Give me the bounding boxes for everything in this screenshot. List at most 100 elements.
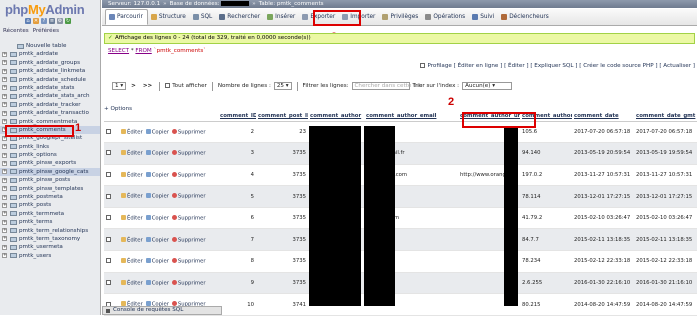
cell-date[interactable]: 2015-02-10 03:26:47: [572, 207, 634, 230]
expand-icon[interactable]: +: [2, 236, 7, 242]
cell-date[interactable]: 2013-12-01 17:27:15: [572, 185, 634, 208]
edit-row-link[interactable]: Éditer: [127, 194, 143, 200]
cell-ip[interactable]: 84.7.7: [520, 228, 572, 252]
column-header[interactable]: comment_date_gmt: [634, 112, 697, 122]
row-checkbox[interactable]: [106, 215, 111, 221]
cell-id[interactable]: 2: [218, 121, 256, 144]
cell-date[interactable]: 2015-02-12 22:33:18: [572, 250, 634, 273]
expand-icon[interactable]: +: [2, 152, 7, 158]
sidebar-table-item[interactable]: + pmtk_users: [0, 252, 100, 260]
cell-date[interactable]: 2014-08-20 14:47:59: [572, 293, 634, 316]
row-checkbox[interactable]: [106, 258, 111, 264]
tab-privileges[interactable]: Privilèges: [379, 9, 422, 25]
column-header[interactable]: comment_date: [572, 112, 634, 122]
expand-icon[interactable]: +: [2, 85, 7, 91]
cell-gmt[interactable]: 2016-01-30 21:16:10: [634, 272, 697, 295]
cell-ip[interactable]: 80.215: [520, 293, 572, 316]
cell-post[interactable]: 3735: [256, 272, 308, 295]
delete-row-link[interactable]: Supprimer: [178, 259, 206, 265]
expand-icon[interactable]: +: [2, 211, 7, 217]
sidebar-table-item[interactable]: + pmtk_posts: [0, 201, 100, 209]
edit-row-link[interactable]: Éditer: [127, 151, 143, 157]
cell-id[interactable]: 9: [218, 272, 256, 295]
cell-gmt[interactable]: 2013-12-01 17:27:15: [634, 185, 697, 208]
expand-icon[interactable]: +: [2, 228, 7, 234]
sql-select-keyword[interactable]: SELECT: [108, 48, 129, 54]
cell-date[interactable]: 2015-02-11 13:18:35: [572, 228, 634, 252]
row-checkbox[interactable]: [106, 279, 111, 285]
page-select[interactable]: 1 ▾: [112, 82, 127, 90]
edit-row-link[interactable]: Éditer: [127, 280, 143, 286]
cell-ip[interactable]: 94.140: [520, 142, 572, 165]
settings-gear-icon[interactable]: ⚙: [57, 18, 63, 24]
new-table-item[interactable]: Nouvelle table: [0, 42, 100, 50]
sidebar-table-item[interactable]: + pmtk_adrdate_groups: [0, 59, 100, 67]
sidebar-table-item[interactable]: + pmtk_adrdate_transactio: [0, 109, 100, 117]
cell-gmt[interactable]: 2014-08-20 14:47:59: [634, 293, 697, 316]
expand-icon[interactable]: +: [2, 253, 7, 259]
cell-id[interactable]: 3: [218, 142, 256, 165]
help-icon[interactable]: ?: [41, 18, 47, 24]
cell-ip[interactable]: 197.0.2: [520, 164, 572, 187]
sidebar-table-item[interactable]: + pmtk_links: [0, 143, 100, 151]
tab-operations[interactable]: Opérations: [422, 9, 469, 25]
edit-row-link[interactable]: Éditer: [127, 259, 143, 265]
cell-post[interactable]: 3735: [256, 250, 308, 273]
sort-index-select[interactable]: Aucun(e) ▾: [462, 82, 513, 90]
copy-row-link[interactable]: Copier: [152, 194, 169, 200]
cell-gmt[interactable]: 2015-02-11 13:18:35: [634, 228, 697, 252]
tab-browse[interactable]: Parcourir: [105, 9, 148, 25]
home-icon[interactable]: ⌂: [25, 18, 31, 24]
expand-icon[interactable]: +: [2, 144, 7, 150]
cell-id[interactable]: 8: [218, 250, 256, 273]
tab-structure[interactable]: Structure: [148, 9, 190, 25]
cell-gmt[interactable]: 2017-07-20 06:57:18: [634, 121, 697, 144]
cell-date[interactable]: 2016-01-30 22:16:10: [572, 272, 634, 295]
delete-row-link[interactable]: Supprimer: [178, 129, 206, 135]
sql-links-text[interactable]: Profilage [ Éditer en ligne ] [ Éditer ]…: [427, 63, 695, 69]
cell-gmt[interactable]: 2015-02-10 03:26:47: [634, 207, 697, 230]
delete-row-link[interactable]: Supprimer: [178, 151, 206, 157]
delete-row-link[interactable]: Supprimer: [178, 280, 206, 286]
tab-sql[interactable]: SQL: [190, 9, 216, 25]
sidebar-table-item[interactable]: + pmtk_adrdate: [0, 50, 100, 58]
copy-row-link[interactable]: Copier: [152, 280, 169, 286]
edit-row-link[interactable]: Éditer: [127, 129, 143, 135]
sidebar-table-item[interactable]: + pmtk_adrdate_linkmeta: [0, 67, 100, 75]
next-page-button[interactable]: >: [129, 83, 138, 89]
sidebar-table-item[interactable]: + pmtk_pinsw_templates: [0, 185, 100, 193]
delete-row-link[interactable]: Supprimer: [178, 215, 206, 221]
expand-icon[interactable]: +: [2, 110, 7, 116]
cell-ip[interactable]: 2.6.255: [520, 272, 572, 295]
copy-row-link[interactable]: Copier: [152, 215, 169, 221]
column-header[interactable]: comment_author_email: [364, 112, 458, 122]
profiling-checkbox[interactable]: [420, 63, 426, 68]
sidebar-table-item[interactable]: + pmtk_options: [0, 151, 100, 159]
delete-row-link[interactable]: Supprimer: [178, 172, 206, 178]
sidebar-table-item[interactable]: + pmtk_terms: [0, 218, 100, 226]
edit-row-link[interactable]: Éditer: [127, 215, 143, 221]
breadcrumb-table[interactable]: Table: pmtk_comments: [259, 1, 324, 7]
favorite-tables-link[interactable]: Préférées: [33, 28, 59, 34]
docs-icon[interactable]: ≡: [49, 18, 55, 24]
sidebar-table-item[interactable]: + pmtk_adrdate_schedule: [0, 76, 100, 84]
show-all-toggle[interactable]: Tout afficher: [165, 83, 207, 89]
row-checkbox[interactable]: [106, 150, 111, 156]
sidebar-table-item[interactable]: + pmtk_adrdate_tracker: [0, 101, 100, 109]
expand-icon[interactable]: +: [2, 244, 7, 250]
cell-post[interactable]: 3735: [256, 185, 308, 208]
tab-search[interactable]: Rechercher: [216, 9, 264, 25]
expand-icon[interactable]: +: [2, 51, 7, 57]
expand-icon[interactable]: +: [2, 60, 7, 66]
row-checkbox[interactable]: [106, 236, 111, 242]
cell-id[interactable]: 6: [218, 207, 256, 230]
cell-id[interactable]: 10: [218, 293, 256, 316]
cell-id[interactable]: 4: [218, 164, 256, 187]
sidebar-table-item[interactable]: + pmtk_usermeta: [0, 243, 100, 251]
expand-icon[interactable]: +: [2, 102, 7, 108]
expand-icon[interactable]: +: [2, 186, 7, 192]
phpmyadmin-logo[interactable]: phpMyAdmin: [5, 2, 85, 17]
cell-ip[interactable]: 41.79.2: [520, 207, 572, 230]
tab-tracking[interactable]: Suivi: [469, 9, 498, 25]
copy-row-link[interactable]: Copier: [152, 172, 169, 178]
